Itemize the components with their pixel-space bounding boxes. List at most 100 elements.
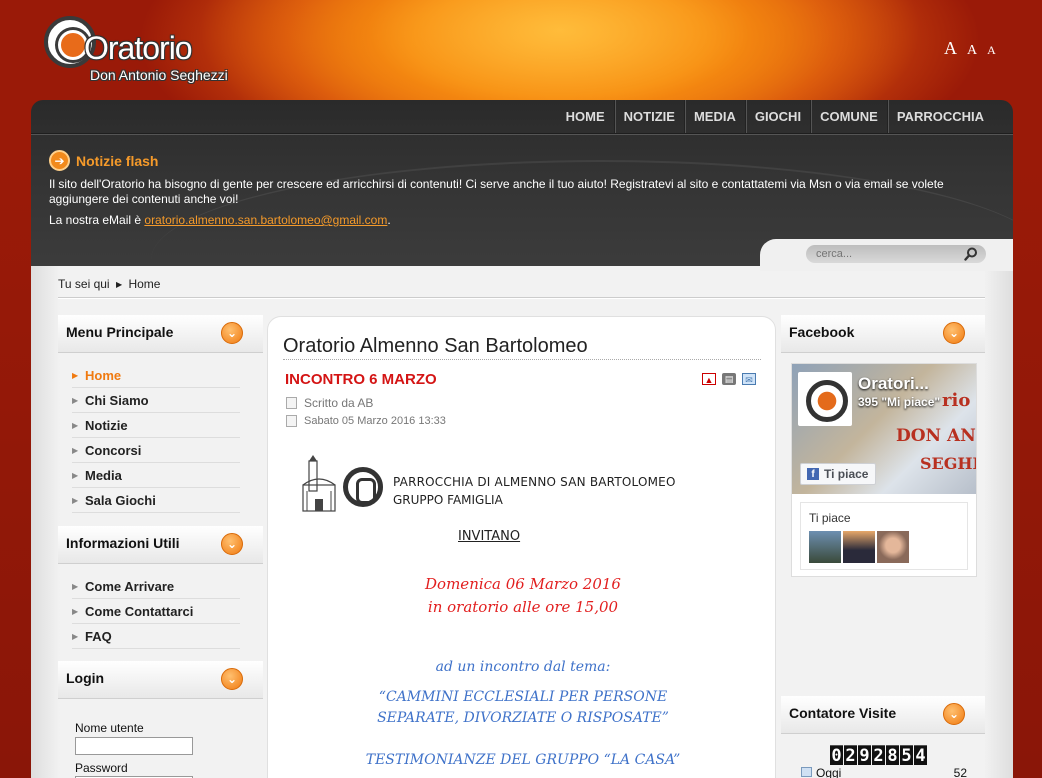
menu-item-concorsi[interactable]: ▶ Concorsi [72, 438, 240, 463]
menu-item-come-contattarci[interactable]: ▶ Come Contattarci [72, 599, 240, 624]
menu-item-label: Media [85, 467, 122, 483]
nav-giochi[interactable]: GIOCHI [744, 100, 810, 133]
counter-digit: 4 [914, 745, 927, 766]
username-field[interactable] [75, 737, 193, 755]
main-nav: HOME NOTIZIE MEDIA GIOCHI COMUNE PARROCC… [557, 100, 993, 133]
flyer-theme-intro: ad un incontro dal tema: [435, 659, 611, 675]
menu-item-label: Sala Giochi [85, 492, 156, 508]
chevron-down-icon[interactable]: ⌄ [943, 322, 965, 344]
flyer-date: Domenica 06 Marzo 2016 [425, 575, 621, 593]
informazioni-utili-list: ▶ Come Arrivare ▶ Come Contattarci ▶ FAQ [72, 574, 240, 649]
facebook-page-avatar[interactable] [798, 372, 852, 426]
facebook-widget: rio DON AN SEGHE Oratori... 395 "Mi piac… [791, 363, 977, 577]
visit-counter: 0 2 9 2 8 5 4 [830, 745, 928, 766]
menu-item-faq[interactable]: ▶ FAQ [72, 624, 240, 649]
date-text: Sabato 05 Marzo 2016 13:33 [304, 415, 446, 427]
breadcrumb-prefix: Tu sei qui [58, 277, 110, 291]
menu-item-label: Chi Siamo [85, 392, 149, 408]
search-box [806, 245, 986, 263]
menu-item-come-arrivare[interactable]: ▶ Come Arrivare [72, 574, 240, 599]
facebook-header: Facebook ⌄ [781, 315, 985, 353]
contatore-title: Contatore Visite [789, 705, 897, 721]
nav-media[interactable]: MEDIA [683, 100, 745, 133]
menu-item-home[interactable]: ▶ Home [72, 363, 240, 388]
menu-item-label: Notizie [85, 417, 128, 433]
today-label: Oggi [816, 766, 842, 778]
nav-home[interactable]: HOME [557, 100, 614, 133]
arrow-right-icon: ➔ [49, 150, 70, 171]
chevron-down-icon[interactable]: ⌄ [221, 668, 243, 690]
login-title: Login [66, 670, 105, 686]
flyer-time: in oratorio alle ore 15,00 [427, 598, 619, 616]
chevron-down-icon[interactable]: ⌄ [221, 322, 243, 344]
friend-avatar[interactable] [877, 531, 909, 563]
menu-item-notizie[interactable]: ▶ Notizie [72, 413, 240, 438]
cover-text-3: SEGHE [920, 454, 976, 473]
font-size-large-button[interactable]: A [944, 38, 957, 58]
facebook-page-name[interactable]: Oratori... [858, 374, 929, 394]
flyer-gruppo: GRUPPO FAMIGLIA [393, 493, 503, 507]
logo-subtitle: Don Antonio Seghezzi [90, 67, 228, 83]
friend-avatar[interactable] [809, 531, 841, 563]
cover-text-2: DON AN [896, 426, 976, 446]
counter-digit: 8 [886, 745, 899, 766]
menu-item-sala-giochi[interactable]: ▶ Sala Giochi [72, 488, 240, 513]
search-icon[interactable] [964, 247, 978, 261]
nav-comune[interactable]: COMUNE [810, 100, 887, 133]
facebook-like-button[interactable]: f Ti piace [800, 463, 876, 485]
menu-item-label: FAQ [85, 628, 112, 644]
article-author: Scritto da AB [286, 396, 373, 410]
page-title: Oratorio Almenno San Bartolomeo [283, 335, 588, 357]
facebook-icon: f [807, 468, 819, 480]
login-header: Login ⌄ [58, 661, 263, 699]
font-size-medium-button[interactable]: A [967, 43, 977, 58]
menu-principale-title: Menu Principale [66, 324, 174, 340]
search-input[interactable] [816, 248, 956, 260]
counter-digit: 5 [900, 745, 913, 766]
counter-digit: 2 [844, 745, 857, 766]
flyer-theme-line1: “CAMMINI ECCLESIALI PER PERSONE [378, 689, 668, 705]
flash-news-text: Il sito dell'Oratorio ha bisogno di gent… [49, 177, 944, 206]
article-date: Sabato 05 Marzo 2016 13:33 [286, 415, 446, 427]
friend-avatar[interactable] [843, 531, 875, 563]
author-text: Scritto da AB [304, 396, 374, 410]
logo-title: Oratorio [84, 30, 193, 66]
email-icon[interactable]: ✉ [742, 373, 756, 385]
friends-like-label: Ti piace [809, 511, 851, 525]
breadcrumb: Tu sei qui ▶ Home [58, 277, 160, 291]
menu-principale-header: Menu Principale ⌄ [58, 315, 263, 353]
menu-item-chi-siamo[interactable]: ▶ Chi Siamo [72, 388, 240, 413]
facebook-friends-card: Ti piace [800, 502, 968, 570]
menu-principale-list: ▶ Home ▶ Chi Siamo ▶ Notizie ▶ Concorsi ▶ Med… [72, 363, 240, 513]
facebook-title: Facebook [789, 324, 855, 340]
menu-item-label: Come Arrivare [85, 578, 175, 594]
menu-item-media[interactable]: ▶ Media [72, 463, 240, 488]
flyer-testimonianze: TESTIMONIANZE DEL GRUPPO “LA CASA” [365, 752, 681, 768]
breadcrumb-arrow-icon: ▶ [115, 280, 123, 289]
print-icon[interactable]: ▤ [722, 373, 736, 385]
menu-item-label: Concorsi [85, 442, 142, 458]
pdf-icon[interactable]: ▲ [702, 373, 716, 385]
email-link[interactable]: oratorio.almenno.san.bartolomeo@gmail.co… [144, 213, 387, 227]
nav-notizie[interactable]: NOTIZIE [613, 100, 684, 133]
facebook-cover-image[interactable]: rio DON AN SEGHE Oratori... 395 "Mi piac… [792, 364, 976, 494]
font-size-small-button[interactable]: A [987, 43, 996, 57]
chevron-down-icon[interactable]: ⌄ [943, 703, 965, 725]
email-prefix: La nostra eMail è [49, 213, 145, 227]
cover-text-1: rio [942, 390, 971, 411]
article-title[interactable]: INCONTRO 6 MARZO [285, 371, 437, 388]
visits-today-row: Oggi 52 [801, 766, 967, 778]
article-tools: ▲ ▤ ✉ [702, 373, 756, 385]
flyer-parrocchia: PARROCCHIA DI ALMENNO SAN BARTOLOMEO [393, 475, 676, 489]
main-content: Oratorio Almenno San Bartolomeo INCONTRO… [267, 316, 776, 778]
chevron-down-icon[interactable]: ⌄ [221, 533, 243, 555]
menu-item-label: Come Contattarci [85, 603, 194, 619]
nav-parrocchia[interactable]: PARROCCHIA [886, 100, 993, 133]
site-logo[interactable]: Oratorio Don Antonio Seghezzi [44, 16, 244, 86]
font-size-switcher: A A A [944, 38, 1002, 59]
flyer-theme-line2: SEPARATE, DIVORZIATE O RISPOSATE” [377, 710, 669, 726]
calendar-icon [286, 415, 297, 427]
password-label: Password [75, 761, 128, 775]
flash-news-email-line: La nostra eMail è oratorio.almenno.san.b… [49, 213, 391, 227]
contatore-header: Contatore Visite ⌄ [781, 696, 985, 734]
